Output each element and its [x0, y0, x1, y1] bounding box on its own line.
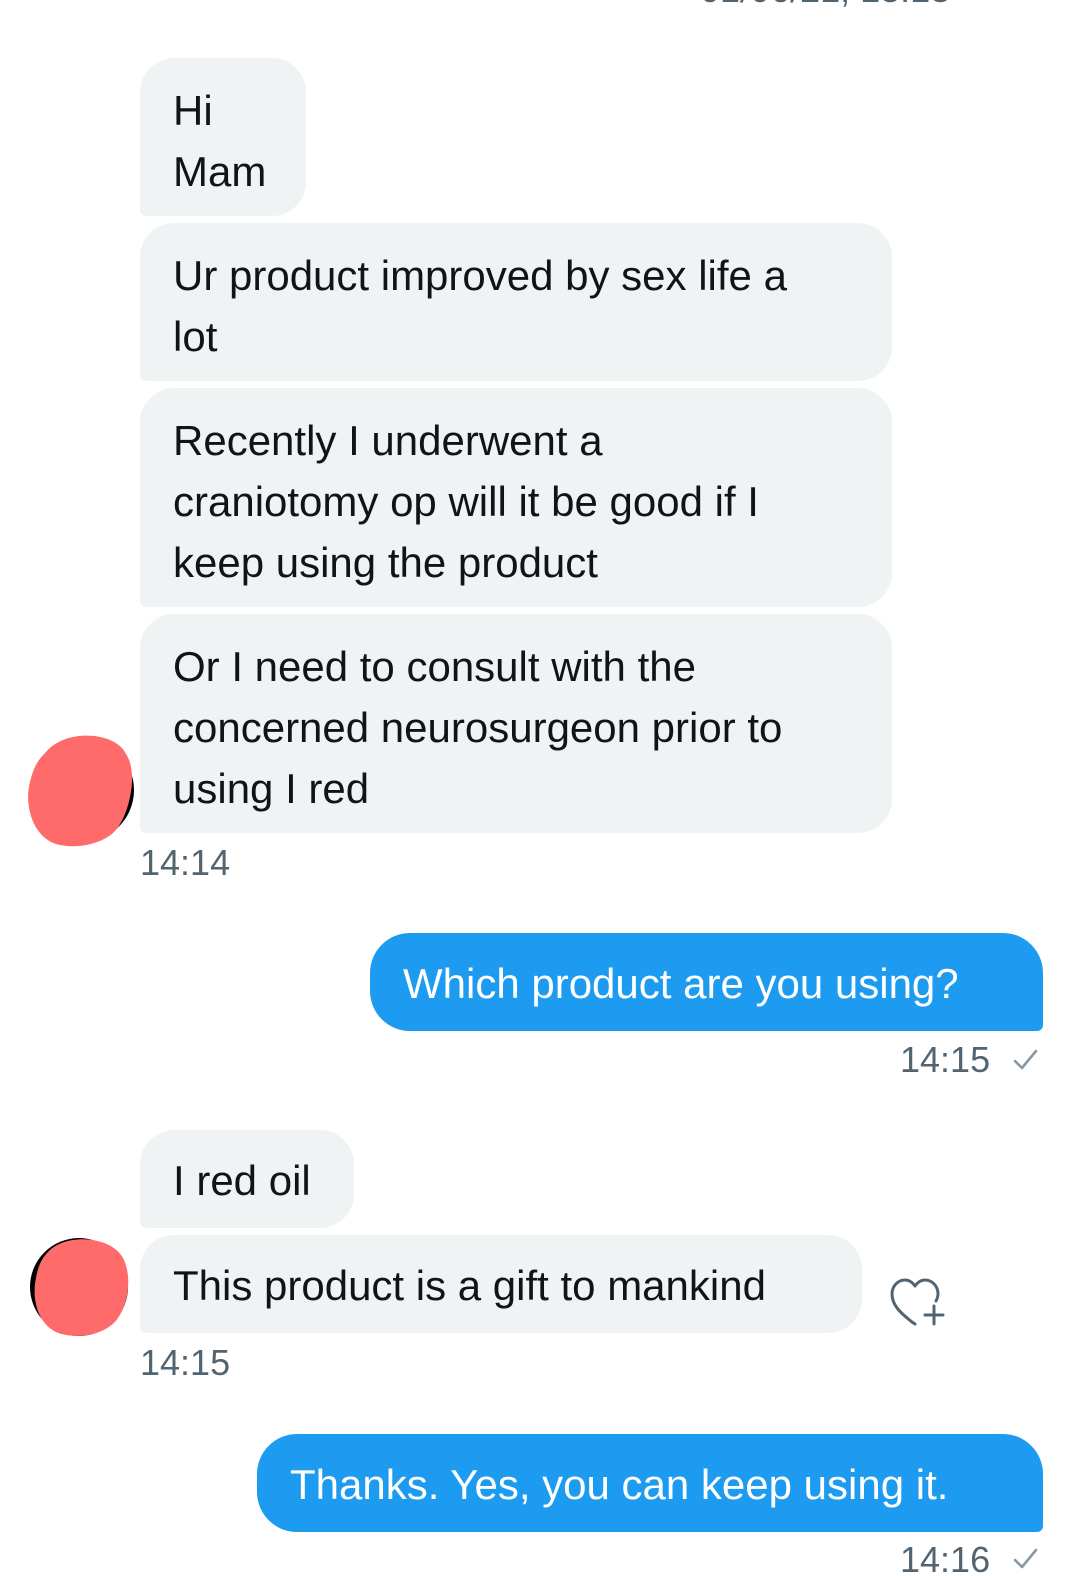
message-timestamp: 14:15: [140, 1342, 231, 1383]
outgoing-message[interactable]: Thanks. Yes, you can keep using it.: [257, 1434, 1043, 1532]
outgoing-message[interactable]: Which product are you using?: [370, 933, 1043, 1031]
incoming-message[interactable]: Or I need to consult with the concerned …: [140, 614, 892, 833]
message-timestamp: 14:14: [140, 842, 231, 883]
sender-avatar[interactable]: [28, 735, 134, 847]
redaction-scribble: [28, 735, 133, 847]
previous-timestamp: 01/06/21, 13:13 ✓: [700, 0, 990, 10]
incoming-message[interactable]: I red oil: [140, 1130, 354, 1228]
incoming-message[interactable]: Recently I underwent a craniotomy op wil…: [140, 388, 892, 607]
check-icon: [1013, 1049, 1038, 1070]
dm-conversation: 01/06/21, 13:13 ✓ Hi Mam Ur product impr…: [0, 0, 1080, 1576]
incoming-message[interactable]: Ur product improved by sex life a lot: [140, 223, 892, 381]
incoming-message[interactable]: This product is a gift to mankind: [140, 1235, 862, 1333]
sender-avatar[interactable]: [30, 1238, 129, 1336]
redaction-scribble: [34, 1239, 129, 1336]
message-timestamp: 14:16: [900, 1539, 991, 1576]
heart-plus-icon[interactable]: [888, 1276, 948, 1332]
message-timestamp: 14:15: [900, 1039, 991, 1080]
incoming-message[interactable]: Hi Mam: [140, 58, 306, 216]
check-icon: [1013, 1548, 1038, 1569]
